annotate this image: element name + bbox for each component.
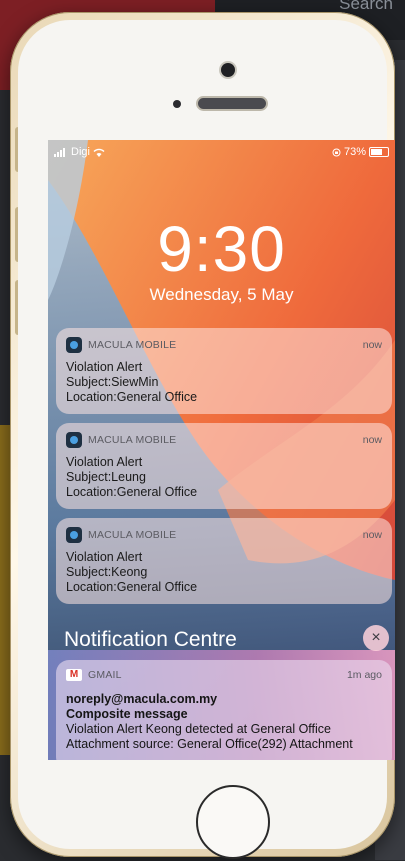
macula-app-icon (66, 432, 82, 448)
notification-title: Violation Alert (66, 455, 143, 469)
notification-subject: Subject:Leung (66, 470, 146, 484)
notification-location: Location:General Office (66, 390, 198, 404)
battery-group: 73% (332, 146, 389, 158)
notification-location: Location:General Office (66, 580, 198, 594)
lock-time: 9:30 (157, 213, 286, 285)
macula-app-icon (66, 527, 82, 543)
gmail-icon: M (66, 669, 82, 681)
gmail-app-name: GMAIL (88, 669, 122, 681)
wifi-icon (93, 148, 105, 157)
notification-time: now (362, 529, 382, 541)
notification-app-name: MACULA MOBILE (88, 339, 177, 351)
notification-title: Violation Alert (66, 550, 143, 564)
notification-subject: Subject:SiewMin (66, 375, 159, 389)
notification-card[interactable]: MACULA MOBILE now Violation Alert Subjec… (56, 518, 392, 604)
clear-notifications-button[interactable]: × (363, 625, 389, 651)
gmail-notification-card[interactable]: M GMAIL 1m ago noreply@macula.com.my Com… (56, 660, 392, 760)
orientation-lock-icon (332, 148, 341, 156)
battery-percent: 73% (343, 146, 366, 158)
notification-card[interactable]: MACULA MOBILE now Violation Alert Subjec… (56, 423, 392, 509)
notification-subject: Subject:Keong (66, 565, 148, 579)
close-icon: × (371, 629, 381, 646)
notification-time: now (362, 339, 382, 351)
proximity-sensor (173, 100, 181, 108)
notification-app-name: MACULA MOBILE (88, 529, 177, 541)
notification-card[interactable]: MACULA MOBILE now Violation Alert Subjec… (56, 328, 392, 414)
carrier-name: Digi (71, 146, 90, 158)
gmail-preview-line: Attachment source: General Office(292) A… (66, 737, 353, 751)
iphone-frame: Digi 73% 9:30 Wednesday, 5 May MACULA MO… (10, 12, 395, 859)
front-camera (221, 63, 235, 77)
lock-date: Wednesday, 5 May (149, 285, 294, 304)
battery-icon (369, 147, 389, 157)
carrier-group: Digi (54, 146, 105, 158)
notification-app-name: MACULA MOBILE (88, 434, 177, 446)
gmail-subject: Composite message (66, 707, 188, 721)
lock-screen: Digi 73% 9:30 Wednesday, 5 May MACULA MO… (48, 140, 395, 760)
notification-time: now (362, 434, 382, 446)
signal-icon (54, 147, 65, 157)
gmail-time: 1m ago (346, 669, 382, 681)
status-bar: Digi 73% (48, 140, 395, 164)
macula-app-icon (66, 337, 82, 353)
home-button[interactable] (196, 785, 270, 859)
notification-title: Violation Alert (66, 360, 143, 374)
earpiece-speaker (198, 98, 266, 109)
background-search-label: Search (339, 0, 393, 13)
gmail-sender: noreply@macula.com.my (66, 692, 218, 706)
notification-centre-title: Notification Centre (64, 628, 237, 651)
notification-location: Location:General Office (66, 485, 198, 499)
gmail-preview-line: Violation Alert Keong detected at Genera… (66, 722, 331, 736)
